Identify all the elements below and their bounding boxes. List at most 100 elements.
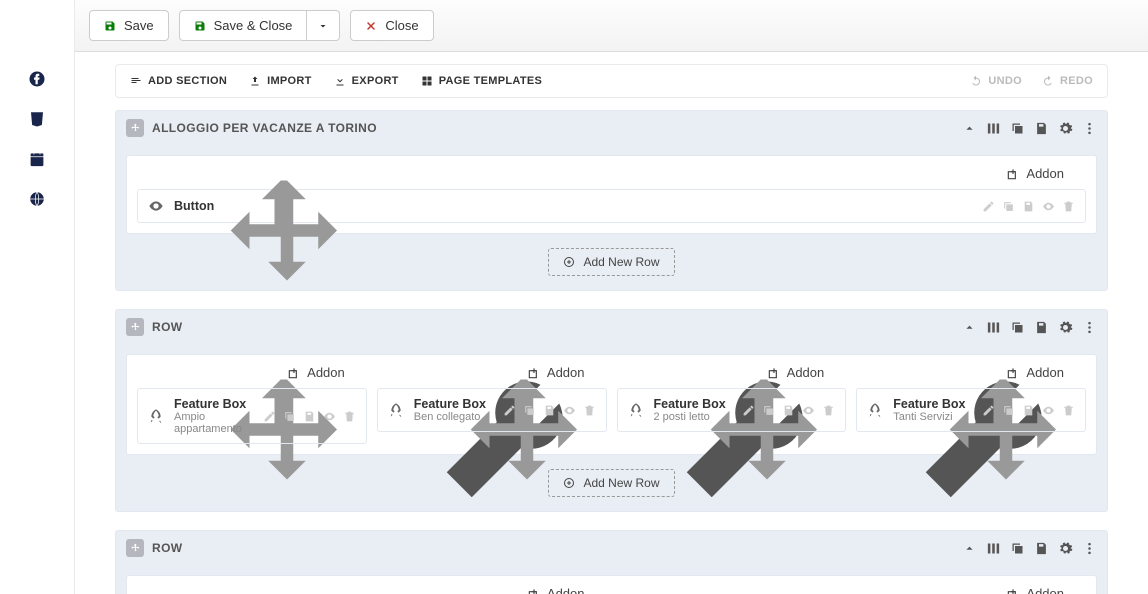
addon-subtitle: Ampio appartamento [174, 411, 253, 435]
section-header: ROW [116, 531, 1107, 565]
duplicate-icon[interactable] [1010, 121, 1025, 136]
globe-icon[interactable] [28, 190, 46, 208]
drag-handle-icon[interactable] [137, 367, 149, 379]
column-settings-icon[interactable] [1072, 366, 1086, 380]
close-button[interactable]: Close [350, 10, 433, 41]
columns-icon[interactable] [986, 541, 1001, 556]
save-dropdown-button[interactable] [307, 10, 340, 41]
import-button[interactable]: IMPORT [249, 75, 312, 87]
column-settings-icon[interactable] [1072, 587, 1086, 594]
visibility-icon[interactable] [1042, 200, 1055, 213]
save-close-button[interactable]: Save & Close [179, 10, 308, 41]
feature-icon [388, 402, 404, 418]
addon-card[interactable]: Feature Box Ampio appartamento [137, 388, 367, 444]
delete-icon[interactable] [1062, 200, 1075, 213]
edit-icon[interactable] [503, 404, 516, 417]
delete-icon[interactable] [343, 410, 356, 423]
section-tools [962, 121, 1097, 136]
column: Addon Feature Box Ben collegato [377, 365, 607, 444]
left-nav-rail [0, 0, 74, 594]
settings-icon[interactable] [1058, 121, 1073, 136]
column-settings-icon[interactable] [353, 366, 367, 380]
addon-button[interactable]: Addon [527, 586, 585, 594]
addon-card[interactable]: Feature Box Ben collegato [377, 388, 607, 432]
save-icon[interactable] [1022, 404, 1035, 417]
section-title: ROW [152, 541, 183, 555]
addon-subtitle: Ben collegato [414, 411, 493, 423]
section-drag-handle[interactable] [126, 539, 144, 557]
visibility-icon[interactable] [802, 404, 815, 417]
copy-icon[interactable] [523, 404, 536, 417]
section-drag-handle[interactable] [126, 318, 144, 336]
addon-button[interactable]: Addon [1006, 586, 1064, 594]
section-tools [962, 320, 1097, 335]
visibility-icon[interactable] [323, 410, 336, 423]
addon-button[interactable]: Addon [767, 365, 825, 380]
drag-handle-icon[interactable] [377, 367, 389, 379]
column-settings-icon[interactable] [593, 366, 607, 380]
section-title: ALLOGGIO PER VACANZE A TORINO [152, 121, 377, 135]
addon-mini-tools [263, 410, 356, 423]
more-icon[interactable] [1082, 541, 1097, 556]
edit-icon[interactable] [263, 410, 276, 423]
more-icon[interactable] [1082, 320, 1097, 335]
visibility-icon[interactable] [563, 404, 576, 417]
addon-button[interactable]: Addon [1006, 166, 1064, 181]
delete-icon[interactable] [822, 404, 835, 417]
column: Addon Feature Box 2 posti letto [617, 365, 847, 444]
page-templates-button[interactable]: PAGE TEMPLATES [421, 75, 542, 87]
collapse-icon[interactable] [962, 121, 977, 136]
save-section-icon[interactable] [1034, 320, 1049, 335]
addon-button[interactable]: Addon [1006, 365, 1064, 380]
column-settings-icon[interactable] [593, 587, 607, 594]
redo-button[interactable]: REDO [1042, 75, 1093, 87]
save-section-icon[interactable] [1034, 121, 1049, 136]
save-button[interactable]: Save [89, 10, 169, 41]
copy-icon[interactable] [283, 410, 296, 423]
drag-handle-icon[interactable] [617, 588, 629, 594]
addon-card[interactable]: Feature Box Tanti Servizi [856, 388, 1086, 432]
column: Addon Feature Box Tanti Servizi [856, 365, 1086, 444]
section: ROW Addon Carousel Addon [115, 530, 1108, 594]
drag-handle-icon[interactable] [617, 367, 629, 379]
save-icon[interactable] [1022, 200, 1035, 213]
save-section-icon[interactable] [1034, 541, 1049, 556]
save-icon[interactable] [782, 404, 795, 417]
drag-handle-icon[interactable] [137, 168, 149, 180]
edit-icon[interactable] [742, 404, 755, 417]
export-button[interactable]: EXPORT [334, 75, 399, 87]
drag-handle-icon[interactable] [137, 588, 149, 594]
copy-icon[interactable] [762, 404, 775, 417]
addon-button[interactable]: Addon [287, 365, 345, 380]
addon-title: Button [174, 199, 972, 213]
copy-icon[interactable] [1002, 200, 1015, 213]
save-icon[interactable] [543, 404, 556, 417]
settings-icon[interactable] [1058, 320, 1073, 335]
drag-handle-icon[interactable] [856, 367, 868, 379]
row-card: Addon Feature Box Ampio appartamento Add… [126, 354, 1097, 455]
section-drag-handle[interactable] [126, 119, 144, 137]
copy-icon[interactable] [1002, 404, 1015, 417]
edit-icon[interactable] [982, 200, 995, 213]
undo-button[interactable]: UNDO [970, 75, 1022, 87]
column-settings-icon[interactable] [832, 366, 846, 380]
column-settings-icon[interactable] [1072, 167, 1086, 181]
settings-icon[interactable] [1058, 541, 1073, 556]
duplicate-icon[interactable] [1010, 541, 1025, 556]
collapse-icon[interactable] [962, 541, 977, 556]
add-new-row-button[interactable]: Add New Row [548, 248, 674, 276]
collapse-icon[interactable] [962, 320, 977, 335]
add-section-button[interactable]: ADD SECTION [130, 75, 227, 87]
addon-card[interactable]: Feature Box 2 posti letto [617, 388, 847, 432]
edit-icon[interactable] [982, 404, 995, 417]
visibility-icon[interactable] [1042, 404, 1055, 417]
duplicate-icon[interactable] [1010, 320, 1025, 335]
more-icon[interactable] [1082, 121, 1097, 136]
columns-icon[interactable] [986, 320, 1001, 335]
save-icon[interactable] [303, 410, 316, 423]
section: ALLOGGIO PER VACANZE A TORINO Addon Butt… [115, 110, 1108, 291]
delete-icon[interactable] [1062, 404, 1075, 417]
columns-icon[interactable] [986, 121, 1001, 136]
addon-button[interactable]: Addon [527, 365, 585, 380]
delete-icon[interactable] [583, 404, 596, 417]
